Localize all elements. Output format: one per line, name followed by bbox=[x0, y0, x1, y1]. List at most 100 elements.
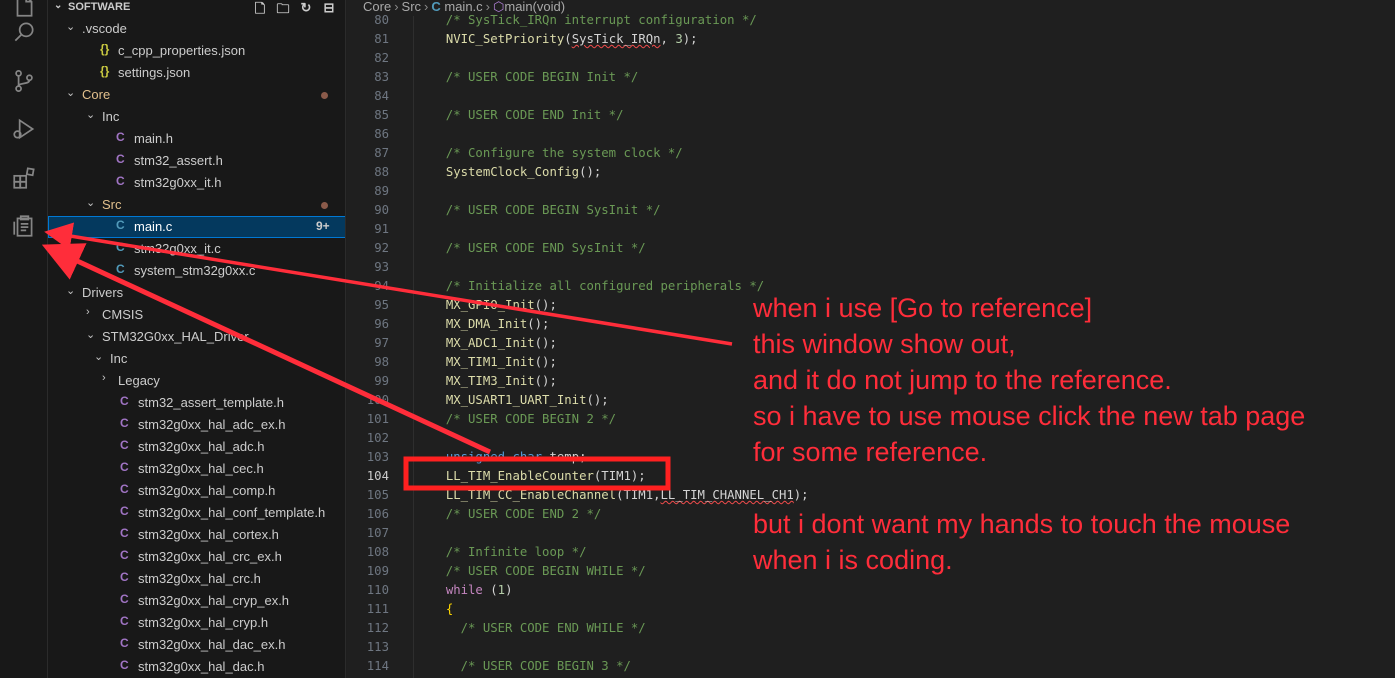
references-icon[interactable] bbox=[0, 202, 48, 250]
code-line[interactable]: 88 SystemClock_Config(); bbox=[347, 163, 1395, 182]
line-code[interactable]: MX_DMA_Init(); bbox=[431, 315, 550, 334]
header-file-icon: C bbox=[120, 416, 129, 430]
chevron-down-icon[interactable]: ⌄ bbox=[66, 86, 75, 99]
line-code[interactable]: SystemClock_Config(); bbox=[431, 163, 601, 182]
line-code[interactable]: MX_TIM3_Init(); bbox=[431, 372, 557, 391]
tree-item[interactable]: ⌄ Inc bbox=[48, 348, 345, 370]
code-line[interactable]: 87 /* Configure the system clock */ bbox=[347, 144, 1395, 163]
code-line[interactable]: 84 bbox=[347, 87, 1395, 106]
chevron-right-icon[interactable]: › bbox=[86, 306, 90, 318]
line-code[interactable]: unsigned char temp; bbox=[431, 448, 587, 467]
tree-item[interactable]: › Legacy bbox=[48, 370, 345, 392]
tree-item[interactable]: Cstm32_assert_template.h bbox=[48, 392, 345, 414]
search-icon[interactable] bbox=[0, 8, 48, 56]
line-code[interactable]: while (1) bbox=[431, 581, 513, 600]
line-code[interactable]: LL_TIM_CC_EnableChannel(TIM1,LL_TIM_CHAN… bbox=[431, 486, 809, 505]
chevron-down-icon[interactable]: ⌄ bbox=[94, 350, 103, 363]
tree-item[interactable]: Cstm32g0xx_hal_cec.h bbox=[48, 458, 345, 480]
code-line[interactable]: 105 LL_TIM_CC_EnableChannel(TIM1,LL_TIM_… bbox=[347, 486, 1395, 505]
line-code[interactable]: /* SysTick_IRQn interrupt configuration … bbox=[431, 11, 757, 30]
tree-item[interactable]: Cmain.h bbox=[48, 128, 345, 150]
line-code[interactable]: /* USER CODE END WHILE */ bbox=[431, 619, 646, 638]
line-number: 108 bbox=[366, 545, 389, 559]
line-number: 91 bbox=[374, 222, 389, 236]
line-code[interactable]: /* USER CODE END 2 */ bbox=[431, 505, 601, 524]
tree-item[interactable]: Cstm32g0xx_hal_dac.h bbox=[48, 656, 345, 678]
code-line[interactable]: 82 bbox=[347, 49, 1395, 68]
line-code[interactable]: /* Infinite loop */ bbox=[431, 543, 587, 562]
code-line[interactable]: 92 /* USER CODE END SysInit */ bbox=[347, 239, 1395, 258]
chevron-down-icon[interactable]: ⌄ bbox=[86, 328, 95, 341]
line-code[interactable]: MX_TIM1_Init(); bbox=[431, 353, 557, 372]
tree-item[interactable]: ⌄ Core bbox=[48, 84, 345, 106]
tree-item[interactable]: Cstm32g0xx_it.c bbox=[48, 238, 345, 260]
tree-item[interactable]: {} c_cpp_properties.json bbox=[48, 40, 345, 62]
tree-item[interactable]: ⌄ Src bbox=[48, 194, 345, 216]
source-control-icon[interactable] bbox=[0, 57, 48, 105]
line-code[interactable]: /* USER CODE BEGIN 3 */ bbox=[431, 657, 631, 676]
tree-item[interactable]: Cstm32g0xx_hal_dac_ex.h bbox=[48, 634, 345, 656]
tree-item[interactable]: Cstm32g0xx_hal_comp.h bbox=[48, 480, 345, 502]
code-line[interactable]: 90 /* USER CODE BEGIN SysInit */ bbox=[347, 201, 1395, 220]
code-line[interactable]: 81 NVIC_SetPriority(SysTick_IRQn, 3); bbox=[347, 30, 1395, 49]
tree-item[interactable]: {} settings.json bbox=[48, 62, 345, 84]
line-code[interactable]: MX_ADC1_Init(); bbox=[431, 334, 557, 353]
code-line[interactable]: 89 bbox=[347, 182, 1395, 201]
tree-item[interactable]: Cstm32g0xx_hal_conf_template.h bbox=[48, 502, 345, 524]
tree-item[interactable]: Cstm32g0xx_hal_cryp.h bbox=[48, 612, 345, 634]
line-code[interactable]: /* USER CODE BEGIN WHILE */ bbox=[431, 562, 646, 581]
tree-item[interactable]: Cstm32g0xx_hal_adc_ex.h bbox=[48, 414, 345, 436]
line-number: 101 bbox=[366, 412, 389, 426]
tree-item[interactable]: ⌄ STM32G0xx_HAL_Driver bbox=[48, 326, 345, 348]
line-code[interactable]: /* USER CODE END SysInit */ bbox=[431, 239, 646, 258]
tree-item[interactable]: Cstm32g0xx_hal_crc.h bbox=[48, 568, 345, 590]
code-line[interactable]: 111 { bbox=[347, 600, 1395, 619]
line-code[interactable]: /* Initialize all configured peripherals… bbox=[431, 277, 764, 296]
line-number: 80 bbox=[374, 13, 389, 27]
line-code[interactable]: { bbox=[431, 600, 453, 619]
line-code[interactable]: /* USER CODE END Init */ bbox=[431, 106, 624, 125]
line-code[interactable]: /* USER CODE BEGIN Init */ bbox=[431, 68, 639, 87]
explorer-header[interactable]: ⌄ SOFTWARE 🗋 🗀 ↻ ⊟ bbox=[48, 0, 345, 16]
tree-item[interactable]: Cstm32g0xx_hal_adc.h bbox=[48, 436, 345, 458]
tree-item[interactable]: ⌄ Drivers bbox=[48, 282, 345, 304]
line-code[interactable]: NVIC_SetPriority(SysTick_IRQn, 3); bbox=[431, 30, 698, 49]
line-code[interactable]: LL_TIM_EnableCounter(TIM1); bbox=[431, 467, 646, 486]
line-code[interactable]: MX_GPIO_Init(); bbox=[431, 296, 557, 315]
tree-item[interactable]: Cstm32g0xx_hal_cortex.h bbox=[48, 524, 345, 546]
tree-item[interactable]: ⌄ .vscode bbox=[48, 18, 345, 40]
line-code[interactable]: /* Configure the system clock */ bbox=[431, 144, 683, 163]
tree-item[interactable]: Cstm32g0xx_it.h bbox=[48, 172, 345, 194]
code-line[interactable]: 86 bbox=[347, 125, 1395, 144]
chevron-down-icon[interactable]: ⌄ bbox=[66, 20, 75, 33]
chevron-down-icon[interactable]: ⌄ bbox=[66, 284, 75, 297]
header-file-icon: C bbox=[120, 504, 129, 518]
code-line[interactable]: 113 bbox=[347, 638, 1395, 657]
code-line[interactable]: 80 /* SysTick_IRQn interrupt configurati… bbox=[347, 11, 1395, 30]
tree-item[interactable]: Csystem_stm32g0xx.c bbox=[48, 260, 345, 282]
code-line[interactable]: 114 /* USER CODE BEGIN 3 */ bbox=[347, 657, 1395, 676]
code-line[interactable]: 93 bbox=[347, 258, 1395, 277]
code-line[interactable]: 85 /* USER CODE END Init */ bbox=[347, 106, 1395, 125]
chevron-down-icon[interactable]: ⌄ bbox=[86, 108, 95, 121]
tree-item[interactable]: › CMSIS bbox=[48, 304, 345, 326]
tree-item[interactable]: Cmain.c 9+ bbox=[48, 216, 345, 238]
annotation-line: so i have to use mouse click the new tab… bbox=[753, 401, 1306, 431]
tree-item[interactable]: Cstm32g0xx_hal_crc_ex.h bbox=[48, 546, 345, 568]
chevron-down-icon[interactable]: ⌄ bbox=[86, 196, 95, 209]
line-code[interactable]: /* USER CODE BEGIN SysInit */ bbox=[431, 201, 661, 220]
header-file-icon: C bbox=[120, 438, 129, 452]
extensions-icon[interactable] bbox=[0, 154, 48, 202]
line-code[interactable]: MX_USART1_UART_Init(); bbox=[431, 391, 609, 410]
tree-item[interactable]: Cstm32_assert.h bbox=[48, 150, 345, 172]
code-line[interactable]: 112 /* USER CODE END WHILE */ bbox=[347, 619, 1395, 638]
run-debug-icon[interactable] bbox=[0, 105, 48, 153]
line-code[interactable]: /* USER CODE BEGIN 2 */ bbox=[431, 410, 616, 429]
tree-item[interactable]: Cstm32g0xx_hal_cryp_ex.h bbox=[48, 590, 345, 612]
chevron-right-icon[interactable]: › bbox=[102, 372, 106, 384]
tree-item[interactable]: ⌄ Inc bbox=[48, 106, 345, 128]
code-line[interactable]: 83 /* USER CODE BEGIN Init */ bbox=[347, 68, 1395, 87]
code-line[interactable]: 110 while (1) bbox=[347, 581, 1395, 600]
header-file-icon: C bbox=[116, 152, 125, 166]
code-line[interactable]: 91 bbox=[347, 220, 1395, 239]
